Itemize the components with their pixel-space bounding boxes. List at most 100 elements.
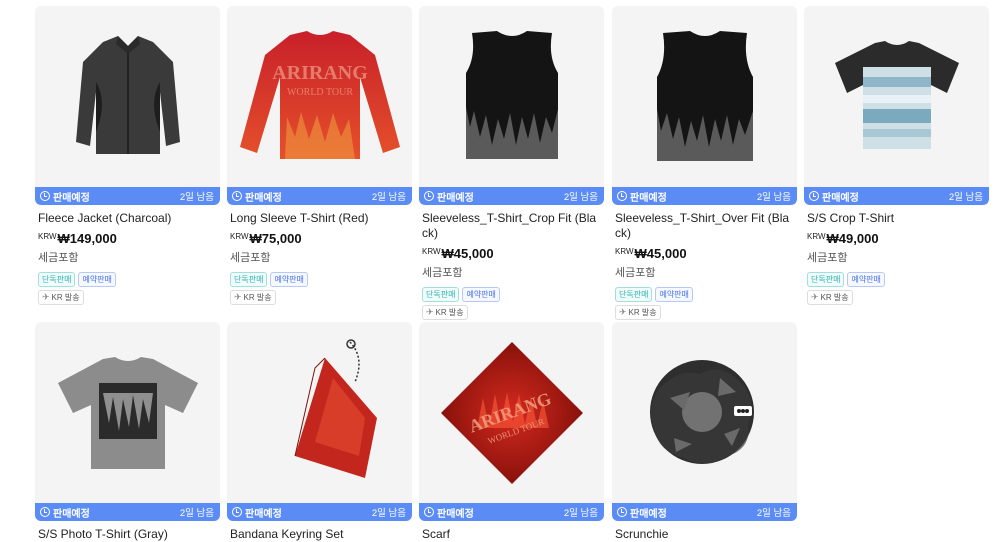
time-remaining: 2일 남음	[179, 192, 214, 203]
product-name[interactable]: S/S Crop T-Shirt	[804, 211, 989, 226]
currency: KRW	[422, 247, 441, 256]
product-name[interactable]: Scrunchie	[612, 527, 797, 542]
sale-status: 판매예정	[630, 192, 667, 204]
product-card[interactable]: 판매예정 2일 남음 Sleeveless_T-Shirt_Over Fit (…	[612, 6, 797, 320]
tax-included: 세금포함	[230, 252, 271, 264]
product-image[interactable]	[419, 6, 604, 187]
scrunchie-image	[649, 359, 754, 464]
currency: KRW	[230, 232, 249, 241]
shipping-label: KR 발송	[628, 308, 657, 317]
sale-status-bar: 판매예정 2일 남음	[227, 503, 412, 521]
currency: KRW	[807, 232, 826, 241]
sale-status-bar: 판매예정 2일 남음	[419, 187, 604, 205]
sale-status-bar: 판매예정 2일 남음	[35, 503, 220, 521]
product-name[interactable]: Sleeveless_T-Shirt_Crop Fit (Black)	[419, 211, 604, 241]
product-name[interactable]: Sleeveless_T-Shirt_Over Fit (Black)	[612, 211, 797, 241]
clock-icon	[232, 507, 242, 517]
badge-exclusive: 단독판매	[38, 272, 76, 287]
time-remaining: 2일 남음	[756, 192, 791, 203]
shipping-badge: ✈ KR 발송	[615, 305, 661, 320]
product-image[interactable]	[612, 322, 797, 503]
shipping-badge: ✈ KR 발송	[807, 290, 853, 305]
shirt-print-subtext: WORLD TOUR	[286, 87, 352, 98]
sale-status-bar: 판매예정 2일 남음	[419, 503, 604, 521]
badge-preorder: 예약판매	[462, 287, 500, 302]
product-card[interactable]: 판매예정 2일 남음 Fleece Jacket (Charcoal) KRW ₩…	[35, 6, 220, 305]
clock-icon	[40, 191, 50, 201]
sale-status-bar: 판매예정 2일 남음	[804, 187, 989, 205]
tax-included: 세금포함	[615, 267, 656, 279]
price: KRW ₩149,000	[35, 231, 220, 246]
fleece-jacket-image	[75, 35, 180, 154]
clock-icon	[40, 507, 50, 517]
sale-status: 판매예정	[53, 508, 90, 520]
product-image[interactable]: ARIRANG WORLD TOUR	[227, 6, 412, 187]
badges: 단독판매 예약판매	[227, 272, 412, 287]
product-card[interactable]: 판매예정 2일 남음 S/S Photo T-Shirt (Gray)	[35, 322, 220, 542]
time-remaining: 2일 남음	[948, 192, 983, 203]
product-image[interactable]	[227, 322, 412, 503]
shirt-print-text: ARIRANG	[272, 62, 368, 84]
product-card[interactable]: 판매예정 2일 남음 Scrunchie	[612, 322, 797, 542]
currency: KRW	[615, 247, 634, 256]
time-remaining: 2일 남음	[371, 192, 406, 203]
airplane-icon: ✈	[234, 292, 242, 302]
shipping-badge: ✈ KR 발송	[230, 290, 276, 305]
product-card[interactable]: 판매예정 2일 남음 Sleeveless_T-Shirt_Crop Fit (…	[419, 6, 604, 320]
clock-icon	[424, 191, 434, 201]
product-card[interactable]: 판매예정 2일 남음 S/S Crop T-Shirt KRW ₩49,000 세…	[804, 6, 989, 305]
sale-status: 판매예정	[437, 192, 474, 204]
product-card[interactable]: 판매예정 2일 남음 Bandana Keyring Set	[227, 322, 412, 542]
sleeveless-crop-image	[465, 30, 558, 159]
sale-status-bar: 판매예정 2일 남음	[227, 187, 412, 205]
tax-included: 세금포함	[807, 252, 848, 264]
badge-preorder: 예약판매	[270, 272, 308, 287]
product-name[interactable]: Long Sleeve T-Shirt (Red)	[227, 211, 412, 226]
time-remaining: 2일 남음	[371, 508, 406, 519]
badges: 단독판매 예약판매	[612, 287, 797, 302]
product-name[interactable]: Bandana Keyring Set	[227, 527, 412, 542]
clock-icon	[424, 507, 434, 517]
badges: 단독판매 예약판매	[419, 287, 604, 302]
badge-exclusive: 단독판매	[807, 272, 845, 287]
airplane-icon: ✈	[426, 307, 434, 317]
price-value: ₩75,000	[249, 231, 302, 246]
sale-status: 판매예정	[630, 508, 667, 520]
tax-included: 세금포함	[422, 267, 463, 279]
shipping-badge: ✈ KR 발송	[38, 290, 84, 305]
shipping-badge: ✈ KR 발송	[422, 305, 468, 320]
time-remaining: 2일 남음	[563, 508, 598, 519]
long-sleeve-image: ARIRANG WORLD TOUR	[239, 30, 400, 159]
product-name[interactable]: Scarf	[419, 527, 604, 542]
product-image[interactable]: ARIRANG WORLD TOUR	[419, 322, 604, 503]
shipping-label: KR 발송	[820, 293, 849, 302]
tax-included: 세금포함	[38, 252, 79, 264]
product-name[interactable]: S/S Photo T-Shirt (Gray)	[35, 527, 220, 542]
price: KRW ₩75,000	[227, 231, 412, 246]
badges: 단독판매 예약판매	[804, 272, 989, 287]
price-value: ₩49,000	[826, 231, 879, 246]
sale-status: 판매예정	[245, 192, 282, 204]
clock-icon	[617, 507, 627, 517]
badges: 단독판매 예약판매	[35, 272, 220, 287]
sale-status: 판매예정	[245, 508, 282, 520]
product-card[interactable]: ARIRANG WORLD TOUR 판매예정 2일 남음 Scarf	[419, 322, 604, 542]
sale-status-bar: 판매예정 2일 남음	[612, 187, 797, 205]
badge-exclusive: 단독판매	[230, 272, 268, 287]
sale-status: 판매예정	[53, 192, 90, 204]
product-name[interactable]: Fleece Jacket (Charcoal)	[35, 211, 220, 226]
sale-status-bar: 판매예정 2일 남음	[612, 503, 797, 521]
clock-icon	[232, 191, 242, 201]
product-image[interactable]	[612, 6, 797, 187]
badge-exclusive: 단독판매	[422, 287, 460, 302]
bandana-keyring-image	[294, 338, 377, 478]
price: KRW ₩49,000	[804, 231, 989, 246]
product-image[interactable]	[35, 6, 220, 187]
product-image[interactable]	[804, 6, 989, 187]
shipping-label: KR 발송	[243, 293, 272, 302]
product-image[interactable]	[35, 322, 220, 503]
product-card[interactable]: ARIRANG WORLD TOUR 판매예정 2일 남음 Long Sleev…	[227, 6, 412, 305]
price-value: ₩45,000	[441, 246, 494, 261]
badge-exclusive: 단독판매	[615, 287, 653, 302]
sale-status: 판매예정	[822, 192, 859, 204]
